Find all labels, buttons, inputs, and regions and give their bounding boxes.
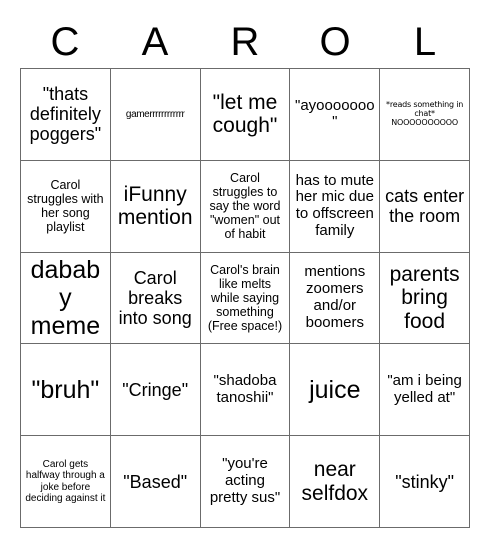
bingo-cell-label: "bruh" [31, 375, 100, 404]
bingo-cell[interactable]: Carol breaks into song [110, 252, 201, 345]
bingo-cell[interactable]: "thats definitely poggers" [21, 69, 111, 161]
bingo-cell[interactable]: cats enter the room [380, 160, 470, 253]
bingo-cell-label: gamerrrrrrrrrrrr [125, 108, 185, 120]
bingo-cell-label: Carol's brain like melts while saying so… [207, 262, 283, 333]
bingo-cell-label: cats enter the room [385, 186, 465, 227]
bingo-cell-label: "stinky" [395, 471, 454, 492]
bingo-cell[interactable]: Carol gets halfway through a joke before… [21, 436, 111, 528]
bingo-cell[interactable]: "Based" [110, 436, 201, 528]
bingo-cell-label: "let me cough" [212, 90, 278, 138]
bingo-cell[interactable]: mentions zoomers and/or boomers [290, 252, 381, 345]
bingo-cell[interactable]: "Cringe" [110, 344, 201, 437]
bingo-cell-label: Carol gets halfway through a joke before… [25, 459, 106, 504]
bingo-cell-label: iFunny mention [117, 182, 193, 230]
bingo-cell[interactable]: "let me cough" [200, 69, 291, 161]
bingo-cell[interactable]: "am i being yelled at" [380, 344, 470, 437]
bingo-cell[interactable]: "bruh" [21, 344, 111, 437]
bingo-cell[interactable]: has to mute her mic due to offscreen fam… [290, 160, 381, 253]
bingo-header: C A R O L [20, 18, 470, 66]
bingo-cell[interactable]: "you're acting pretty sus" [200, 436, 291, 528]
bingo-cell-label: "thats definitely poggers" [29, 84, 102, 145]
bingo-cell[interactable]: near selfdox [290, 436, 381, 528]
bingo-cell-label: "ayooooooo" [295, 96, 375, 131]
bingo-cell[interactable]: iFunny mention [110, 160, 201, 253]
bingo-cell[interactable]: "ayooooooo" [290, 69, 381, 161]
bingo-cell-label: has to mute her mic due to offscreen fam… [295, 171, 374, 239]
bingo-cell-label: dababy meme [30, 255, 101, 340]
bingo-cell-label: "you're acting pretty sus" [209, 455, 281, 506]
header-letter-0: C [50, 20, 80, 64]
bingo-cell[interactable]: gamerrrrrrrrrrrr [110, 69, 201, 161]
bingo-cell-label: Carol struggles with her song playlist [27, 178, 104, 235]
bingo-cell-label: "am i being yelled at" [387, 371, 462, 406]
header-letter-1: A [141, 20, 169, 64]
bingo-cell[interactable]: Carol struggles with her song playlist [21, 160, 111, 253]
bingo-card: C A R O L "thats definitely poggers" game… [0, 0, 500, 544]
bingo-cell-label: *reads something in chat* NOOOOOOOOOO [386, 99, 464, 127]
bingo-cell-label: near selfdox [301, 458, 369, 505]
bingo-cell-label: parents bring food [389, 262, 460, 333]
bingo-grid: "thats definitely poggers" gamerrrrrrrrrr… [20, 68, 470, 528]
bingo-cell[interactable]: "shadoba tanoshii" [200, 344, 291, 437]
header-letter-4: L [413, 20, 437, 64]
header-letter-2: R [230, 20, 260, 64]
bingo-cell-label: "shadoba tanoshii" [213, 371, 277, 406]
bingo-cell[interactable]: juice [290, 344, 381, 437]
bingo-cell-label: Carol struggles to say the word "women" … [209, 171, 281, 242]
header-letter-3: O [319, 20, 351, 64]
bingo-cell[interactable]: parents bring food [380, 252, 470, 345]
bingo-cell-label: "Cringe" [122, 379, 189, 400]
bingo-cell-label: mentions zoomers and/or boomers [304, 263, 366, 331]
bingo-cell-label: Carol breaks into song [118, 267, 192, 329]
bingo-cell[interactable]: Carol's brain like melts while saying so… [200, 252, 291, 345]
bingo-cell[interactable]: *reads something in chat* NOOOOOOOOOO [380, 69, 470, 161]
bingo-cell[interactable]: Carol struggles to say the word "women" … [200, 160, 291, 253]
bingo-cell-label: "Based" [123, 471, 188, 492]
bingo-cell[interactable]: dababy meme [21, 252, 111, 345]
bingo-cell-label: juice [309, 375, 361, 404]
bingo-cell[interactable]: "stinky" [380, 436, 470, 528]
